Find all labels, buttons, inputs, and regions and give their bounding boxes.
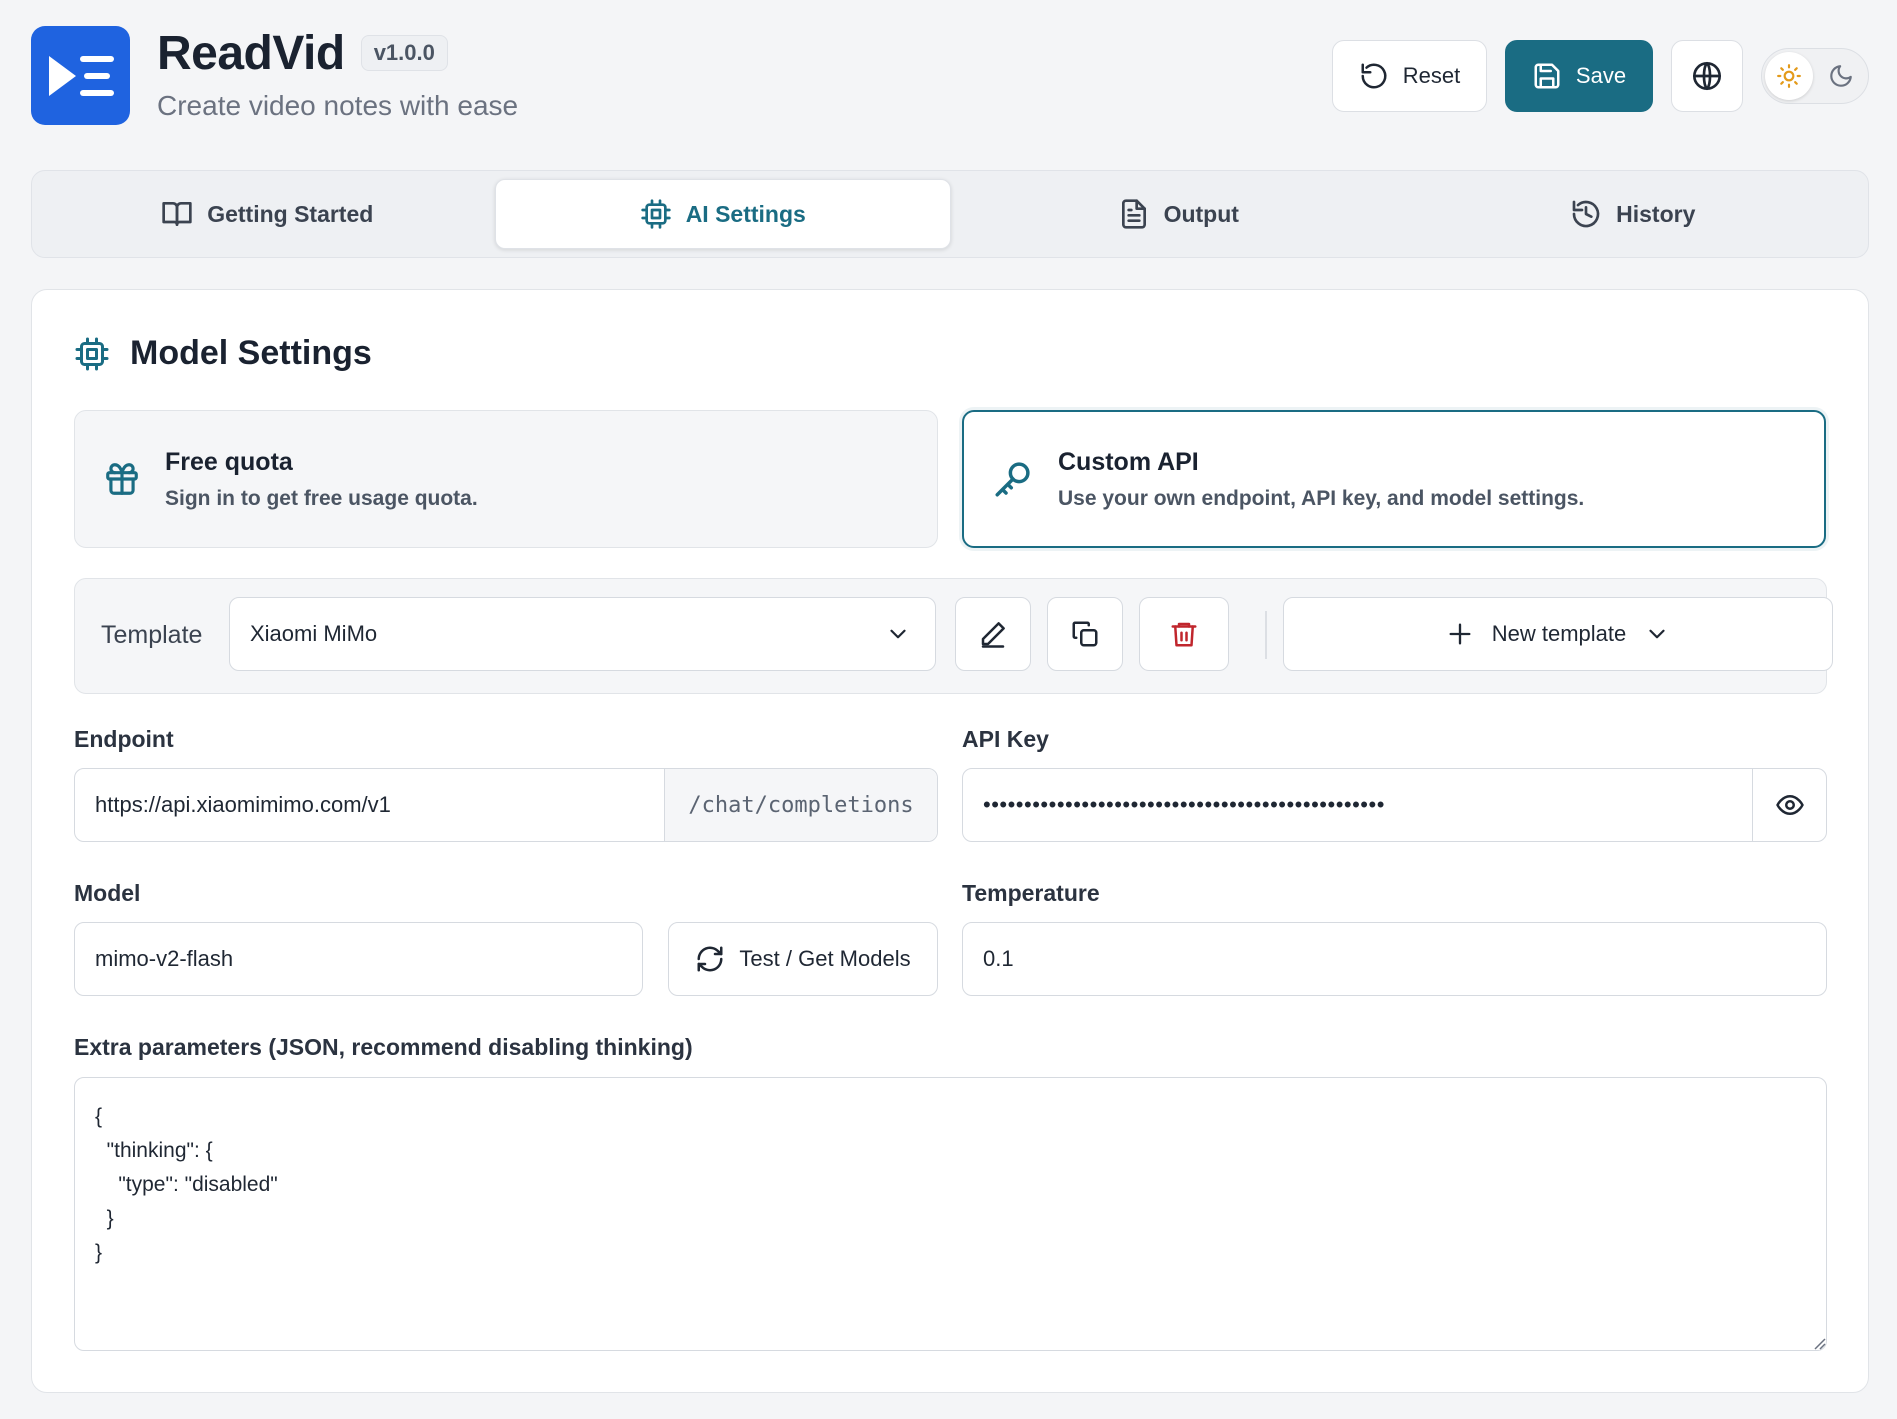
api-key-masked-value: ••••••••••••••••••••••••••••••••••••••••… bbox=[983, 792, 1385, 817]
temperature-field[interactable]: 0.1 bbox=[962, 922, 1827, 996]
brand: ReadVid v1.0.0 Create video notes with e… bbox=[157, 26, 518, 122]
delete-template-button[interactable] bbox=[1139, 597, 1229, 671]
pencil-icon bbox=[981, 622, 1005, 648]
app-subtitle: Create video notes with ease bbox=[157, 90, 519, 121]
document-icon bbox=[1121, 199, 1146, 229]
globe-icon bbox=[1693, 62, 1721, 90]
template-select[interactable]: Xiaomi MiMo bbox=[229, 597, 936, 671]
chip-icon bbox=[641, 199, 671, 229]
key-icon-wrap bbox=[992, 458, 1034, 500]
reset-icon bbox=[1361, 63, 1387, 89]
template-label: Template bbox=[101, 621, 203, 649]
history-icon bbox=[1572, 200, 1600, 228]
app-logo bbox=[31, 26, 130, 125]
trash-icon bbox=[1171, 622, 1197, 647]
gift-icon bbox=[106, 463, 138, 495]
tab-label: Output bbox=[1163, 200, 1239, 227]
chevron-down-icon bbox=[1649, 629, 1665, 639]
tab-ai-settings[interactable]: AI Settings bbox=[494, 179, 951, 249]
test-get-models-button[interactable]: Test / Get Models bbox=[668, 922, 938, 996]
section-header: Model Settings bbox=[74, 334, 372, 373]
settings-card: Model Settings Free quota Sign in to get… bbox=[31, 289, 1869, 1393]
endpoint-value: https://api.xiaomimimo.com/v1 bbox=[95, 792, 391, 817]
custom-api-description: Use your own endpoint, API key, and mode… bbox=[1058, 486, 1585, 510]
endpoint-suffix: /chat/completions bbox=[664, 769, 937, 841]
gift-icon-wrap bbox=[103, 460, 141, 498]
model-value: mimo-v2-flash bbox=[95, 946, 234, 971]
theme-toggle[interactable] bbox=[1761, 48, 1869, 104]
temperature-value: 0.1 bbox=[983, 946, 1014, 971]
extra-params-label: Extra parameters (JSON, recommend disabl… bbox=[74, 1034, 693, 1060]
new-template-label: New template bbox=[1491, 621, 1627, 646]
model-label: Model bbox=[74, 880, 141, 906]
resize-grip-icon[interactable] bbox=[1813, 1337, 1827, 1351]
free-quota-option[interactable]: Free quota Sign in to get free usage quo… bbox=[74, 410, 938, 548]
book-icon bbox=[162, 202, 192, 226]
extra-params-textarea[interactable]: { "thinking": { "type": "disabled" } } bbox=[74, 1077, 1827, 1351]
section-title: Model Settings bbox=[130, 334, 372, 372]
duplicate-template-button[interactable] bbox=[1047, 597, 1123, 671]
model-field[interactable]: mimo-v2-flash bbox=[74, 922, 643, 996]
save-icon bbox=[1534, 63, 1560, 89]
plus-icon bbox=[1449, 623, 1471, 645]
custom-api-title: Custom API bbox=[1058, 447, 1199, 476]
tab-output[interactable]: Output bbox=[951, 179, 1406, 249]
copy-icon bbox=[1072, 621, 1098, 647]
key-icon bbox=[995, 462, 1030, 497]
new-template-button[interactable]: New template bbox=[1283, 597, 1833, 671]
save-label: Save bbox=[1575, 63, 1627, 88]
play-lines-icon bbox=[48, 55, 114, 96]
tab-label: Getting Started bbox=[207, 200, 374, 227]
language-button[interactable] bbox=[1671, 40, 1743, 112]
refresh-icon bbox=[697, 946, 723, 972]
header-actions: Reset Save bbox=[1332, 40, 1869, 112]
app-title: ReadVid bbox=[157, 26, 345, 80]
test-get-models-label: Test / Get Models bbox=[739, 946, 911, 971]
api-key-label: API Key bbox=[962, 726, 1049, 752]
reset-button[interactable]: Reset bbox=[1332, 40, 1487, 112]
endpoint-label: Endpoint bbox=[74, 726, 174, 752]
custom-api-option[interactable]: Custom API Use your own endpoint, API ke… bbox=[962, 410, 1826, 548]
api-key-field[interactable]: ••••••••••••••••••••••••••••••••••••••••… bbox=[962, 768, 1827, 842]
endpoint-field[interactable]: https://api.xiaomimimo.com/v1 /chat/comp… bbox=[74, 768, 938, 842]
light-theme-option[interactable] bbox=[1765, 52, 1813, 100]
free-quota-title: Free quota bbox=[165, 447, 293, 476]
chip-icon bbox=[75, 337, 109, 370]
save-button[interactable]: Save bbox=[1505, 40, 1653, 112]
app-header: ReadVid v1.0.0 Create video notes with e… bbox=[31, 26, 1869, 126]
temperature-label: Temperature bbox=[962, 880, 1100, 906]
free-quota-description: Sign in to get free usage quota. bbox=[165, 486, 478, 510]
tab-history[interactable]: History bbox=[1406, 179, 1861, 249]
divider bbox=[1265, 611, 1267, 659]
template-bar: Template Xiaomi MiMo New template bbox=[74, 578, 1833, 694]
dark-theme-option[interactable] bbox=[1817, 52, 1865, 100]
tab-label: AI Settings bbox=[685, 200, 806, 227]
moon-icon bbox=[1830, 65, 1852, 87]
reset-label: Reset bbox=[1402, 63, 1461, 88]
chevron-down-icon bbox=[890, 629, 906, 639]
version-badge: v1.0.0 bbox=[360, 35, 448, 71]
edit-template-button[interactable] bbox=[955, 597, 1031, 671]
tab-label: History bbox=[1616, 200, 1696, 227]
eye-icon bbox=[1775, 795, 1804, 815]
toggle-visibility-button[interactable] bbox=[1752, 769, 1826, 841]
template-selected-value: Xiaomi MiMo bbox=[250, 621, 378, 646]
sun-icon bbox=[1777, 64, 1801, 88]
tab-bar: Getting Started AI Settings Output Histo… bbox=[31, 170, 1869, 258]
tab-getting-started[interactable]: Getting Started bbox=[40, 179, 495, 249]
